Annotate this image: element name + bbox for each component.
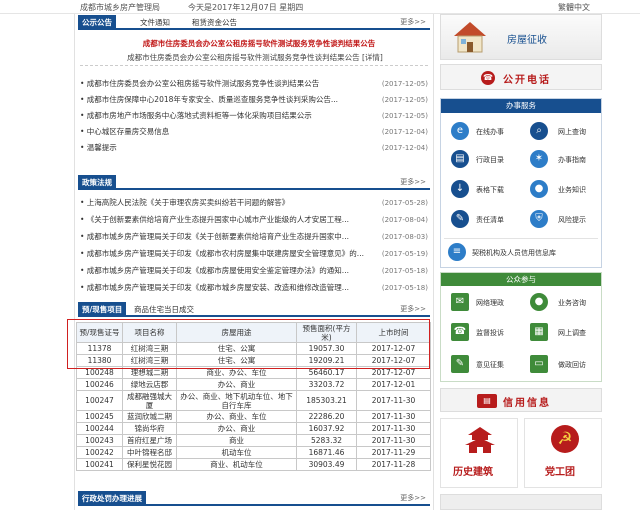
risk-warning-link[interactable]: 风险提示 xyxy=(558,215,586,225)
policy-more-link[interactable]: 更多>> xyxy=(400,177,426,187)
policy-tabbar: 政策法规 更多>> xyxy=(78,175,430,190)
presale-tabbar: 预/现售项目 商品住宅当日成交 更多>> xyxy=(78,302,430,317)
feedback-icon: ✎ xyxy=(451,355,469,373)
form-download-link[interactable]: 表格下载 xyxy=(476,185,504,195)
database-icon: ≡ xyxy=(448,243,466,261)
opinion-collection-link[interactable]: 意见征集 xyxy=(476,360,504,370)
user-icon: ● xyxy=(530,180,548,198)
online-survey-link[interactable]: 网上调查 xyxy=(558,328,586,338)
announce-headline-summary[interactable]: 成都市住房委员会办公室公租房摇号软件测试服务竞争性谈判结果公告 [详情] xyxy=(90,52,420,63)
id-card-icon: ▤ xyxy=(477,394,497,408)
tab-fund[interactable]: 租赁资金公告 xyxy=(188,15,241,30)
pen-icon: ✎ xyxy=(451,210,469,228)
list-item[interactable]: • 成都市城乡房产管理局关于印发《成都市房屋使用安全鉴定管理办法》的通知...(… xyxy=(80,263,428,279)
table-row[interactable]: 100245 蓝润欣城二期 办公、商业、车位 22286.20 2017-11-30 xyxy=(76,410,431,423)
table-row[interactable]: 100247 成都融强城大厦 办公、商业、地下机动车位、地下自行车库 185303.2… xyxy=(76,390,431,411)
date-text: 今天是2017年12月07日 星期四 xyxy=(188,3,304,12)
document-icon: ▤ xyxy=(451,150,469,168)
top-bar: 成都市城乡房产管理局 今天是2017年12月07日 星期四 繁體中文 xyxy=(0,0,640,14)
historic-buildings-label: 历史建筑 xyxy=(453,467,493,478)
phone-icon: ☎ xyxy=(451,323,469,341)
return-visit-icon: ▭ xyxy=(530,355,548,373)
tab-policy[interactable]: 政策法规 xyxy=(78,175,116,190)
complaint-link[interactable]: 监督投诉 xyxy=(476,328,504,338)
tab-daily-deals[interactable]: 商品住宅当日成交 xyxy=(130,302,198,317)
magnifier-icon: ⌕ xyxy=(530,122,548,140)
shield-icon: ⛨ xyxy=(530,210,548,228)
bottom-banner[interactable] xyxy=(440,494,602,510)
tab-announce[interactable]: 公示公告 xyxy=(78,15,116,30)
tab-notices[interactable]: 文件通知 xyxy=(136,15,174,30)
compass-icon: ✶ xyxy=(530,150,548,168)
business-knowledge-link[interactable]: 业务知识 xyxy=(558,185,586,195)
historic-buildings-tile[interactable]: 历史建筑 xyxy=(440,418,518,488)
table-row[interactable]: 100242 中叶锦程名邸 机动车位 16871.46 2017-11-29 xyxy=(76,446,431,459)
list-item[interactable]: • 成都市房地产市场服务中心落地式资料柜等一体化采购项目结果公示 (2017-12… xyxy=(80,108,428,124)
list-item[interactable]: • 成都市住房保障中心2018年专家安全、质量巡查服务竞争性谈判采购公告...(… xyxy=(80,92,428,108)
download-icon: ↓ xyxy=(451,180,469,198)
language-link[interactable]: 繁體中文 xyxy=(558,2,590,13)
list-item[interactable]: • 上海高院人民法院《关于审理农房买卖纠纷若干问题的解答》 (2017-05-28… xyxy=(80,195,428,211)
service-title: 办事服务 xyxy=(441,99,601,113)
party-union-tile[interactable]: ☭ 党工团 xyxy=(524,418,602,488)
public-phone-banner[interactable]: ☎ 公开电话 xyxy=(440,64,602,90)
announce-tabbar: 公示公告 文件通知 租赁资金公告 更多>> xyxy=(78,15,430,30)
ie-icon: e xyxy=(451,122,469,140)
credit-info-banner[interactable]: ▤ 信用信息 xyxy=(440,388,602,412)
mail-icon: ✉ xyxy=(451,293,469,311)
list-item[interactable]: • 成都市城乡房产管理局关于印发《成都市城乡房屋安装、改造和维修改造管理...(… xyxy=(80,280,428,296)
table-row[interactable]: 100243 首府红星广场 商业 5283.32 2017-11-30 xyxy=(76,434,431,447)
announce-headline[interactable]: 成都市住房委员会办公室公租房摇号软件测试服务竞争性谈判结果公告 xyxy=(94,38,424,49)
online-query-link[interactable]: 网上查询 xyxy=(558,127,586,137)
presale-more-link[interactable]: 更多>> xyxy=(400,304,426,314)
public-participation-title: 公众参与 xyxy=(441,273,601,286)
chat-icon: ● xyxy=(530,293,548,311)
table-row[interactable]: 100241 保利星悦花园 商业、机动车位 30903.49 2017-11-28 xyxy=(76,458,431,471)
online-service-link[interactable]: 在线办事 xyxy=(476,127,504,137)
party-union-label: 党工团 xyxy=(545,467,575,478)
highlight-box xyxy=(67,319,430,369)
site-name: 成都市城乡房产管理局 xyxy=(80,3,160,12)
list-item[interactable]: • 成都市住房委员会办公室公租房摇号软件测试服务竞争性谈判结果公告 (2017-1… xyxy=(80,76,428,92)
responsibility-list-link[interactable]: 责任清单 xyxy=(476,215,504,225)
tab-admin-penalty[interactable]: 行政处罚办理进展 xyxy=(78,491,146,506)
list-item[interactable]: • 成都市城乡房产管理局关于印发《成都市农村房屋集中联建房屋安全管理意见》的..… xyxy=(80,246,428,262)
party-emblem-icon: ☭ xyxy=(551,425,579,453)
admin-tabbar: 行政处罚办理进展 更多>> xyxy=(78,491,430,506)
list-item[interactable]: • 《关于创新要素供给培育产业生态提升国家中心城市产业能级的人才安居工程...(… xyxy=(80,212,428,228)
admin-catalog-link[interactable]: 行政目录 xyxy=(476,155,504,165)
list-item[interactable]: • 温馨提示 (2017-12-04) xyxy=(80,140,428,156)
divider xyxy=(80,65,428,66)
public-phone-label: 公开电话 xyxy=(503,75,551,86)
online-governance-link[interactable]: 网络理政 xyxy=(476,298,504,308)
pagoda-icon xyxy=(465,427,495,453)
survey-icon: ▦ xyxy=(530,323,548,341)
house-icon xyxy=(454,22,486,53)
announce-more-link[interactable]: 更多>> xyxy=(400,17,426,27)
phone-icon: ☎ xyxy=(481,71,495,85)
return-visit-link[interactable]: 做政回访 xyxy=(558,360,586,370)
credit-info-label: 信用信息 xyxy=(503,398,551,409)
credit-db-row[interactable]: ≡ 契税机构及人员信用信息库 xyxy=(444,238,598,264)
credit-db-link: 契税机构及人员信用信息库 xyxy=(472,249,556,257)
house-collection-banner[interactable]: 房屋征收 xyxy=(440,14,602,60)
service-guide-link[interactable]: 办事指南 xyxy=(558,155,586,165)
house-collection-label: 房屋征收 xyxy=(507,35,547,46)
table-row[interactable]: 100246 绿地云店郡 办公、商业 33203.72 2017-12-01 xyxy=(76,378,431,391)
list-item[interactable]: • 成都市城乡房产管理局关于印发《关于创新要素供给培育产业生态提升国家中...(… xyxy=(80,229,428,245)
tab-presale[interactable]: 预/现售项目 xyxy=(78,302,127,317)
table-row[interactable]: 100244 锦尚华府 办公、商业 16037.92 2017-11-30 xyxy=(76,422,431,435)
admin-more-link[interactable]: 更多>> xyxy=(400,493,426,503)
consult-link[interactable]: 业务咨询 xyxy=(558,298,586,308)
list-item[interactable]: • 中心城区存量房交易信息 (2017-12-04) xyxy=(80,124,428,140)
